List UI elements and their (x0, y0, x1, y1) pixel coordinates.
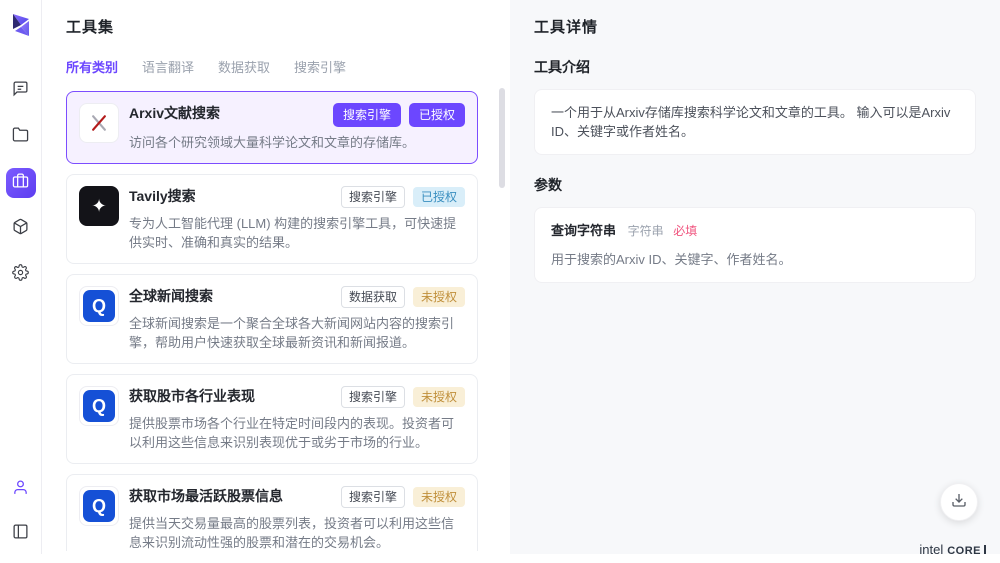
category-badge: 搜索引擎 (341, 486, 405, 508)
user-icon (12, 479, 29, 501)
tab-data-fetch[interactable]: 数据获取 (218, 57, 270, 76)
scrollbar-thumb[interactable] (499, 88, 505, 188)
sidebar-item-toolbox[interactable] (6, 168, 36, 198)
tool-card[interactable]: Arxiv文献搜索 搜索引擎 已授权 访问各个研究领域大量科学论文和文章的存储库… (66, 91, 478, 164)
intro-card: 一个用于从Arxiv存储库搜索科学论文和文章的工具。 输入可以是Arxiv ID… (534, 89, 976, 155)
tab-translation[interactable]: 语言翻译 (142, 57, 194, 76)
tool-card[interactable]: Q 获取股市各行业表现 搜索引擎 未授权 提供股票市场各个行业在特定时间段内的表… (66, 374, 478, 464)
gear-icon (12, 264, 29, 286)
detail-panel-title: 工具详情 (534, 16, 976, 37)
param-description: 用于搜索的Arxiv ID、关键字、作者姓名。 (551, 250, 959, 269)
tab-search-engine[interactable]: 搜索引擎 (294, 57, 346, 76)
sidebar-item-plugins[interactable] (6, 214, 36, 244)
sidebar-nav (6, 76, 36, 290)
download-button[interactable] (940, 483, 978, 521)
tool-title: Arxiv文献搜索 (129, 103, 220, 123)
sidebar-item-settings[interactable] (6, 260, 36, 290)
arxiv-icon (79, 103, 119, 143)
param-type: 字符串 (628, 224, 664, 238)
briefcase-icon (12, 172, 29, 194)
authorized-button[interactable]: 已授权 (409, 103, 465, 127)
sidebar-item-account[interactable] (6, 475, 36, 505)
sidebar-bottom (6, 475, 36, 549)
param-name: 查询字符串 (551, 223, 616, 238)
category-badge: 搜索引擎 (341, 386, 405, 408)
sidebar (0, 0, 42, 563)
app-logo-icon (9, 12, 33, 38)
tools-panel: 工具集 所有类别 语言翻译 数据获取 搜索引擎 Arxiv文献搜索 (42, 0, 510, 563)
app-window: 工具集 所有类别 语言翻译 数据获取 搜索引擎 Arxiv文献搜索 (0, 0, 1000, 563)
unauthorized-badge: 未授权 (413, 487, 465, 507)
tool-detail-panel: 工具详情 工具介绍 一个用于从Arxiv存储库搜索科学论文和文章的工具。 输入可… (510, 0, 1000, 563)
tool-description: 专为人工智能代理 (LLM) 构建的搜索引擎工具，可快速提供实时、准确和真实的结… (129, 214, 465, 252)
download-icon (951, 492, 967, 513)
tool-description: 全球新闻搜索是一个聚合全球各大新闻网站内容的搜索引擎，帮助用户快速获取全球最新资… (129, 314, 465, 352)
intro-heading: 工具介绍 (534, 57, 976, 77)
tavily-star-icon: ✦ (79, 186, 119, 226)
unauthorized-badge: 未授权 (413, 287, 465, 307)
tab-all-categories[interactable]: 所有类别 (66, 57, 118, 76)
tools-panel-title: 工具集 (66, 16, 510, 37)
sidebar-item-files[interactable] (6, 122, 36, 152)
tool-description: 提供当天交易量最高的股票列表，投资者可以利用这些信息来识别流动性强的股票和潜在的… (129, 514, 465, 551)
folder-icon (12, 126, 29, 148)
tool-card[interactable]: Q 获取市场最活跃股票信息 搜索引擎 未授权 提供当天交易量最高的股票列表，投资… (66, 474, 478, 551)
intro-text: 一个用于从Arxiv存储库搜索科学论文和文章的工具。 输入可以是Arxiv ID… (551, 105, 950, 139)
stock-provider-icon: Q (79, 486, 119, 526)
tool-description: 访问各个研究领域大量科学论文和文章的存储库。 (129, 133, 465, 152)
list-scrollbar (499, 88, 505, 543)
tool-card[interactable]: ✦ Tavily搜索 搜索引擎 已授权 专为人工智能代理 (LLM) 构建的搜索… (66, 174, 478, 264)
stock-provider-icon: Q (79, 386, 119, 426)
tool-card[interactable]: Q 全球新闻搜索 数据获取 未授权 全球新闻搜索是一个聚合全球各大新闻网站内容的… (66, 274, 478, 364)
params-heading: 参数 (534, 175, 976, 195)
authorized-badge: 已授权 (413, 187, 465, 207)
category-badge: 数据获取 (341, 286, 405, 308)
param-required-badge: 必填 (673, 224, 697, 238)
sidebar-item-collapse[interactable] (6, 519, 36, 549)
sidebar-item-chat[interactable] (6, 76, 36, 106)
tool-description: 提供股票市场各个行业在特定时间段内的表现。投资者可以利用这些信息来识别表现优于或… (129, 414, 465, 452)
panel-toggle-icon (12, 523, 29, 545)
param-header: 查询字符串 字符串 必填 (551, 221, 959, 241)
tool-card-list: Arxiv文献搜索 搜索引擎 已授权 访问各个研究领域大量科学论文和文章的存储库… (66, 91, 478, 551)
param-card: 查询字符串 字符串 必填 用于搜索的Arxiv ID、关键字、作者姓名。 (534, 207, 976, 283)
chat-icon (12, 80, 29, 102)
tool-title: Tavily搜索 (129, 186, 196, 206)
news-provider-icon: Q (79, 286, 119, 326)
tool-title: 获取市场最活跃股票信息 (129, 486, 283, 506)
tool-title: 全球新闻搜索 (129, 286, 213, 306)
tool-title: 获取股市各行业表现 (129, 386, 255, 406)
package-icon (12, 218, 29, 240)
category-badge: 搜索引擎 (341, 186, 405, 208)
bottom-strip (0, 554, 1000, 563)
category-button[interactable]: 搜索引擎 (333, 103, 401, 127)
unauthorized-badge: 未授权 (413, 387, 465, 407)
category-tabs: 所有类别 语言翻译 数据获取 搜索引擎 (66, 57, 510, 76)
